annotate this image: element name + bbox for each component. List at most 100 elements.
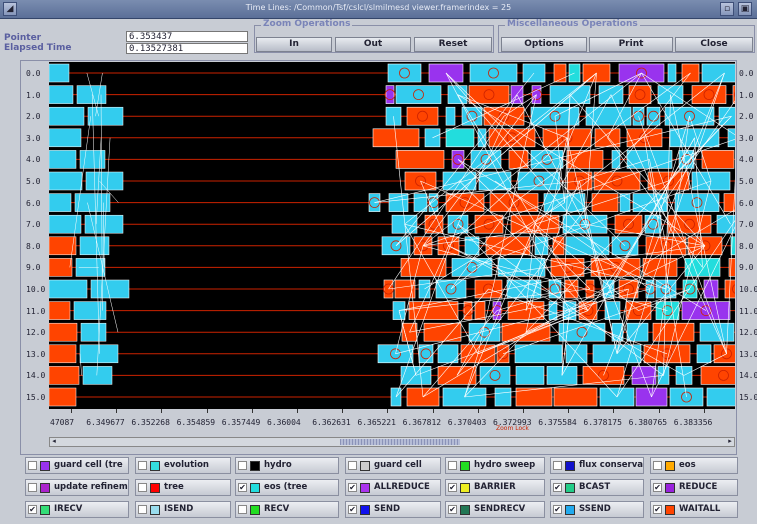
legend-label: hydro <box>264 460 292 470</box>
legend-item[interactable]: ISEND <box>135 501 231 518</box>
legend-item[interactable]: ✔ BARRIER <box>445 479 545 496</box>
send-event <box>469 63 518 83</box>
scrollbar-thumb[interactable] <box>340 439 460 445</box>
scroll-left-icon[interactable]: ◂ <box>49 437 59 447</box>
legend-item[interactable]: hydro <box>235 457 339 474</box>
process-label: 9.0 <box>26 263 41 273</box>
send-event <box>79 344 119 364</box>
pointer-field[interactable]: 6.353437 <box>126 31 248 42</box>
send-event <box>494 387 512 407</box>
recv-event <box>400 258 447 277</box>
zoom-in-button[interactable]: In <box>256 37 332 52</box>
elapsed-time-field[interactable]: 0.13527381 <box>126 43 248 54</box>
process-label: 14.0 <box>739 371 757 381</box>
horizontal-scrollbar[interactable]: ◂ ▸ <box>49 437 735 447</box>
legend-checkbox[interactable] <box>348 461 357 470</box>
legend-item[interactable]: ✔ SENDRECV <box>445 501 545 518</box>
legend-checkbox[interactable]: ✔ <box>553 483 562 492</box>
time-tick-mark <box>71 409 72 413</box>
legend-checkbox[interactable] <box>138 461 147 470</box>
send-event <box>445 128 475 148</box>
legend-color-swatch <box>460 483 470 493</box>
legend-color-swatch <box>40 505 50 515</box>
misc-operations-group: Miscellaneous Operations Options Print C… <box>498 19 755 53</box>
legend-label: evolution <box>164 460 209 470</box>
legend-item[interactable]: RECV <box>235 501 339 518</box>
legend-checkbox[interactable]: ✔ <box>238 483 247 492</box>
legend-checkbox[interactable]: ✔ <box>448 483 457 492</box>
send-event <box>49 279 88 299</box>
timeline-canvas[interactable] <box>49 62 735 409</box>
recv-event <box>49 322 78 342</box>
legend-checkbox[interactable] <box>448 461 457 470</box>
send-event <box>479 366 511 385</box>
legend-item[interactable]: update refineme <box>25 479 129 496</box>
legend-item[interactable]: ✔ eos (tree <box>235 479 339 496</box>
minimize-icon[interactable]: ▫ <box>720 2 734 16</box>
legend-item[interactable]: evolution <box>135 457 231 474</box>
legend-checkbox[interactable] <box>238 505 247 514</box>
time-tick-label: 6.36004 <box>267 418 301 427</box>
send-event <box>395 85 442 104</box>
legend-item[interactable]: flux conservati <box>550 457 644 474</box>
legend-color-swatch <box>565 483 575 493</box>
legend-checkbox[interactable]: ✔ <box>348 483 357 492</box>
time-tick-mark <box>161 409 163 413</box>
print-button[interactable]: Print <box>589 37 673 52</box>
time-tick-label: 6.357449 <box>221 418 261 427</box>
legend-checkbox[interactable] <box>653 461 662 470</box>
legend-item[interactable]: ✔ REDUCE <box>650 479 738 496</box>
legend-color-swatch <box>360 461 370 471</box>
send-event <box>437 344 459 364</box>
legend-checkbox[interactable]: ✔ <box>348 505 357 514</box>
timeline-svg[interactable] <box>49 62 735 409</box>
process-label: 13.0 <box>26 349 46 359</box>
legend-item[interactable]: ✔ SSEND <box>550 501 644 518</box>
maximize-icon[interactable]: ▣ <box>738 2 752 16</box>
time-tick-mark <box>523 409 524 413</box>
legend-checkbox[interactable]: ✔ <box>653 505 662 514</box>
send-event <box>79 236 110 256</box>
send-event <box>385 106 402 126</box>
process-label: 11.0 <box>739 306 757 316</box>
legend-item[interactable]: ✔ BCAST <box>550 479 644 496</box>
legend-item[interactable]: guard cell <box>345 457 441 474</box>
legend-checkbox[interactable] <box>28 483 37 492</box>
process-label: 12.0 <box>739 328 757 338</box>
legend-checkbox[interactable]: ✔ <box>653 483 662 492</box>
legend-item[interactable]: hydro sweep <box>445 457 545 474</box>
legend-checkbox[interactable]: ✔ <box>28 505 37 514</box>
window-menu-icon[interactable]: ◢ <box>3 2 17 16</box>
legend-item[interactable]: ✔ IRECV <box>25 501 129 518</box>
legend-label: guard cell (tre <box>54 460 123 470</box>
message-arrow <box>422 245 668 311</box>
process-label: 10.0 <box>739 285 757 294</box>
legend-item[interactable]: eos <box>650 457 738 474</box>
legend-checkbox[interactable] <box>553 461 562 470</box>
recv-event <box>553 387 598 407</box>
zoom-reset-button[interactable]: Reset <box>414 37 492 52</box>
send-event <box>445 106 456 126</box>
legend-item[interactable]: ✔ WAITALL <box>650 501 738 518</box>
legend-checkbox[interactable] <box>138 505 147 514</box>
zoom-out-button[interactable]: Out <box>335 37 411 52</box>
legend-item[interactable]: ✔ SEND <box>345 501 441 518</box>
send-event <box>674 193 720 212</box>
legend-checkbox[interactable]: ✔ <box>553 505 562 514</box>
message-arrow <box>477 288 629 355</box>
legend-item[interactable]: tree <box>135 479 231 496</box>
legend-label: SENDRECV <box>474 504 526 514</box>
close-button[interactable]: Close <box>675 37 753 52</box>
legend-checkbox[interactable] <box>238 461 247 470</box>
legend-item[interactable]: ✔ ALLREDUCE <box>345 479 441 496</box>
legend-label: update refineme <box>54 482 129 492</box>
options-button[interactable]: Options <box>501 37 587 52</box>
legend-item[interactable]: guard cell (tre <box>25 457 129 474</box>
legend-checkbox[interactable] <box>28 461 37 470</box>
message-arrow <box>607 72 642 138</box>
scroll-right-icon[interactable]: ▸ <box>725 437 735 447</box>
legend-checkbox[interactable] <box>138 483 147 492</box>
legend-checkbox[interactable]: ✔ <box>448 505 457 514</box>
process-label: 3.0 <box>26 133 41 143</box>
time-tick-label: 6.367812 <box>402 418 442 427</box>
